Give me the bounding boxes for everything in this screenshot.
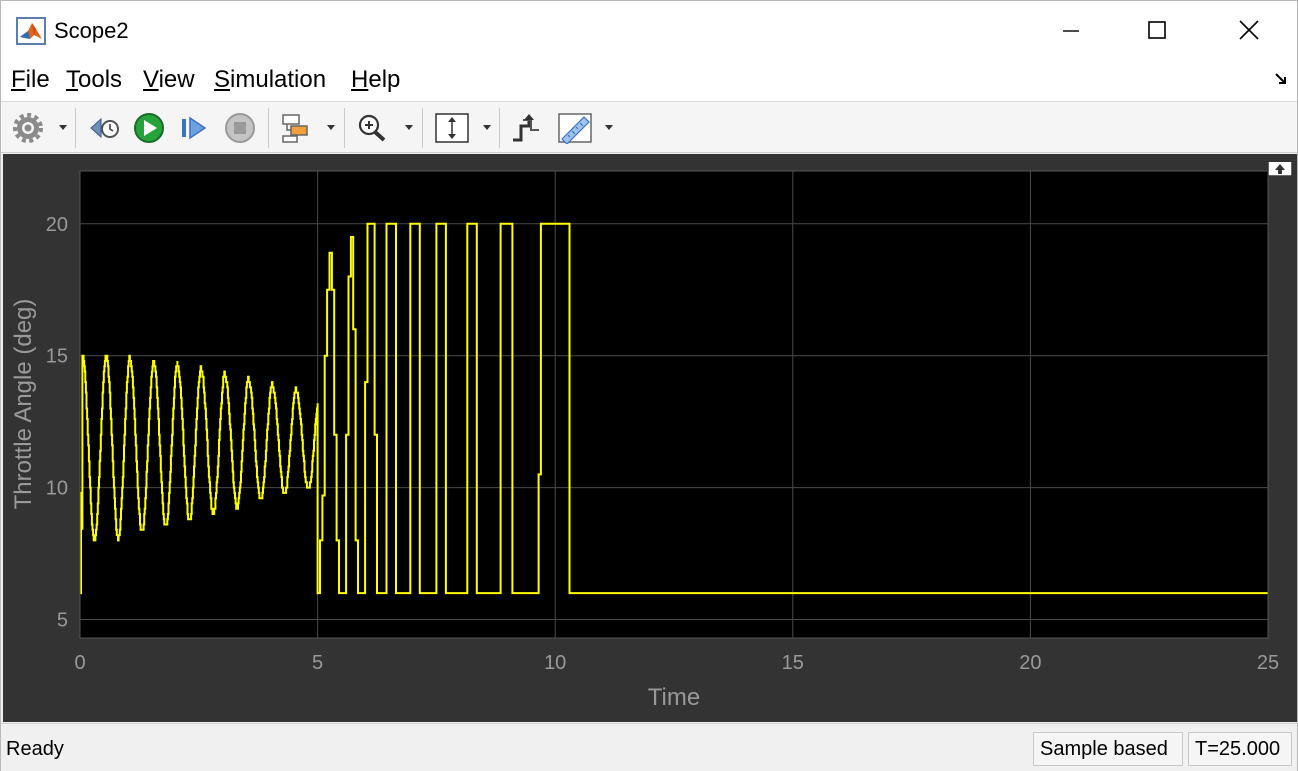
matlab-app-icon (16, 17, 46, 45)
x-tick-label: 5 (312, 652, 323, 674)
menu-help[interactable]: Help (351, 66, 400, 94)
triggers-icon (513, 114, 539, 142)
stop-icon (225, 113, 255, 143)
y-tick-label: 5 (57, 610, 68, 632)
zoom-in-button[interactable] (355, 112, 389, 144)
x-tick-label: 20 (1019, 652, 1041, 674)
step-forward-icon (182, 116, 207, 140)
step-forward-button[interactable] (177, 112, 211, 144)
maximize-button[interactable] (1111, 1, 1203, 59)
measurements-dropdown-caret[interactable] (605, 125, 613, 130)
x-tick-label: 0 (74, 652, 85, 674)
menu-simulation[interactable]: Simulation (214, 66, 326, 94)
cursor-measurements-icon (558, 113, 592, 144)
highlight-block-button[interactable] (279, 112, 313, 144)
scope-window: Scope2 File Tools View Simulation Help 0… (0, 0, 1298, 771)
toolbar (1, 101, 1297, 153)
menu-view[interactable]: View (143, 66, 195, 94)
undock-plot-icon[interactable] (1267, 157, 1293, 177)
minimize-button[interactable] (1025, 1, 1117, 59)
x-axis-label: Time (648, 684, 700, 711)
scope-display: 0 5 10 15 20 25 5 10 15 20 Time Throttle Angle (d… (3, 154, 1297, 722)
toolbar-separator (75, 108, 76, 148)
cursor-measurements-button[interactable] (557, 112, 593, 144)
toolbar-separator (268, 108, 269, 148)
step-back-button[interactable] (87, 112, 121, 144)
menu-file-mnemonic: F (11, 66, 26, 93)
toolbar-separator (422, 108, 423, 148)
sample-mode-indicator: Sample based (1033, 732, 1183, 766)
zoom-in-icon (358, 114, 386, 142)
scale-axes-button[interactable] (434, 112, 470, 144)
menu-tools-label: ools (78, 66, 123, 93)
menu-help-mnemonic: H (351, 66, 369, 93)
menu-view-label: iew (158, 66, 195, 93)
y-tick-label: 15 (46, 346, 68, 368)
highlight-block-icon (282, 114, 308, 143)
y-tick-label: 10 (46, 478, 68, 500)
menu-view-mnemonic: V (143, 66, 159, 93)
step-back-icon (90, 117, 119, 139)
close-button[interactable] (1203, 1, 1295, 59)
menu-help-label: elp (368, 66, 401, 93)
x-tick-label: 15 (782, 652, 804, 674)
scale-axes-icon (435, 113, 469, 143)
scope-plot[interactable]: 0 5 10 15 20 255101520 Time Throttle Angle (d… (3, 154, 1297, 722)
x-tick-label: 10 (544, 652, 566, 674)
menu-bar: File Tools View Simulation Help (1, 59, 1297, 101)
window-title: Scope2 (54, 18, 129, 43)
settings-dropdown-caret[interactable] (59, 125, 67, 130)
stop-button[interactable] (223, 112, 257, 144)
time-indicator: T=25.000 (1188, 732, 1292, 766)
x-tick-label: 25 (1257, 652, 1279, 674)
menu-simulation-label: imulation (230, 66, 327, 93)
plot-area[interactable] (80, 171, 1268, 638)
menu-file[interactable]: File (11, 66, 50, 94)
toolbar-separator (344, 108, 345, 148)
highlight-dropdown-caret[interactable] (327, 125, 335, 130)
gear-icon (13, 113, 43, 143)
minimize-icon (1063, 30, 1079, 32)
close-icon (1239, 20, 1259, 40)
title-bar[interactable]: Scope2 (1, 1, 1297, 59)
status-bar: Ready Sample based T=25.000 (1, 723, 1297, 771)
menu-tools-mnemonic: T (66, 66, 78, 93)
toolbar-separator (499, 108, 500, 148)
status-text: Ready (6, 738, 64, 760)
triggers-button[interactable] (509, 112, 543, 144)
menu-simulation-mnemonic: S (214, 66, 231, 93)
run-button[interactable] (132, 112, 166, 144)
dock-arrow-icon[interactable] (1273, 71, 1289, 87)
maximize-icon (1148, 21, 1166, 39)
configuration-properties-button[interactable] (11, 112, 45, 144)
y-axis-label: Throttle Angle (deg) (10, 299, 37, 510)
zoom-dropdown-caret[interactable] (405, 125, 413, 130)
run-icon (134, 113, 164, 143)
y-tick-label: 20 (46, 214, 68, 236)
menu-file-label: ile (25, 66, 50, 93)
scale-dropdown-caret[interactable] (483, 125, 491, 130)
menu-tools[interactable]: Tools (66, 66, 122, 94)
